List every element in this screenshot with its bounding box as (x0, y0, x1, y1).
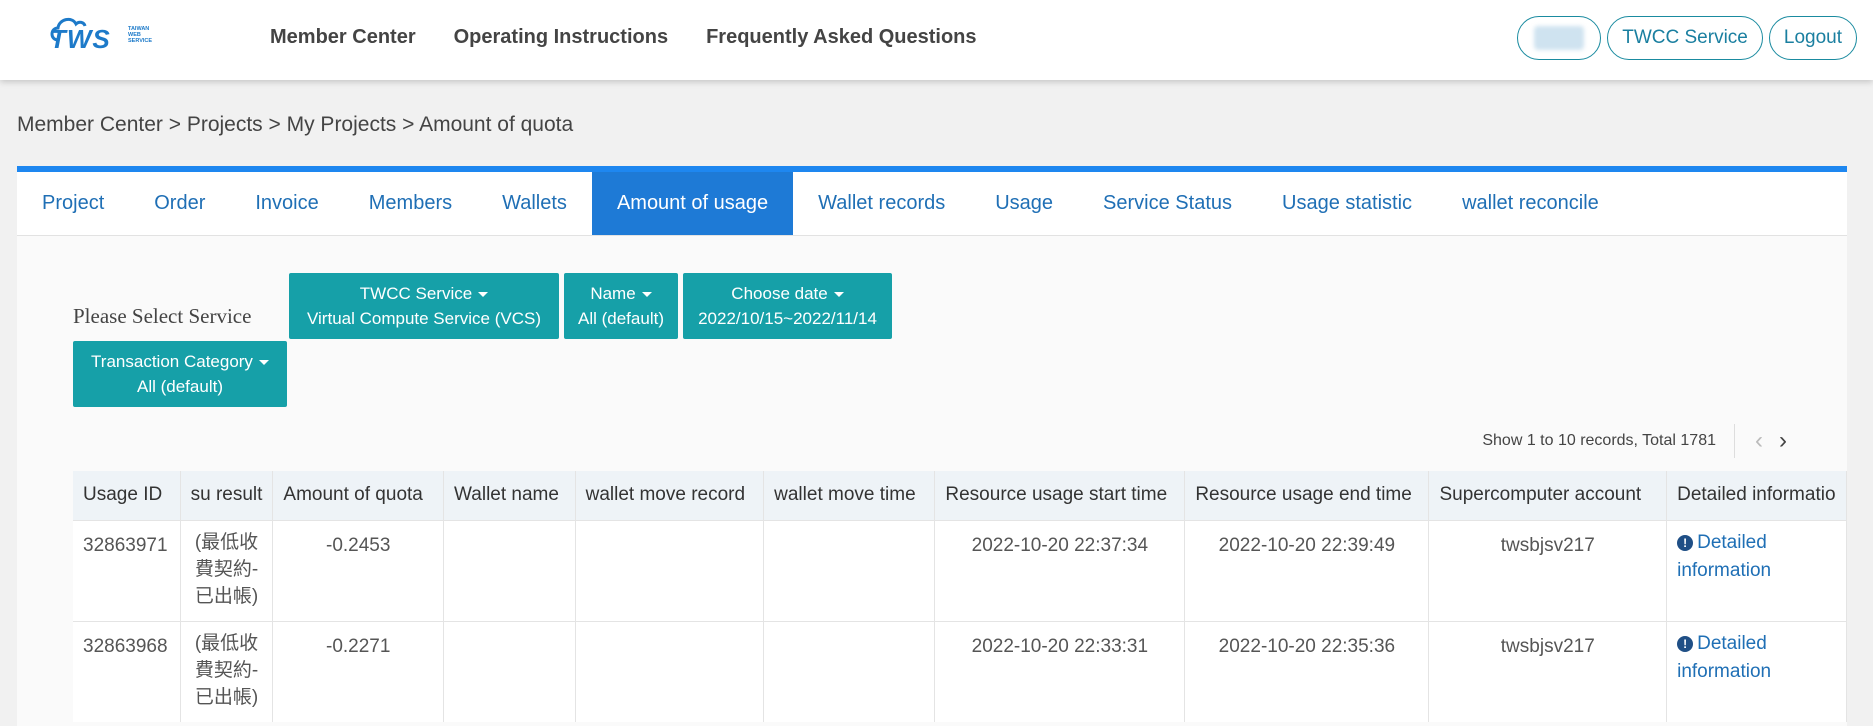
caret-down-icon (478, 292, 489, 298)
records-count: Show 1 to 10 records, Total 1781 (1482, 432, 1716, 449)
detailed-information-link[interactable]: ! Detailed information (1666, 519, 1847, 621)
tab-invoice[interactable]: Invoice (230, 172, 343, 235)
col-resource-start-time[interactable]: Resource usage start time (934, 471, 1186, 520)
divider (1734, 424, 1735, 458)
usage-table: Usage ID su result Amount of quota Walle… (73, 471, 1847, 722)
cell-account: twsbjsv217 (1428, 519, 1668, 621)
col-resource-end-time[interactable]: Resource usage end time (1184, 471, 1430, 520)
breadcrumb: Member Center > Projects > My Projects >… (17, 113, 574, 136)
caret-down-icon (833, 292, 844, 298)
date-dropdown[interactable]: Choose date 2022/10/15~2022/11/14 (683, 273, 892, 339)
col-wallet-move-time[interactable]: wallet move time (763, 471, 936, 520)
logo-text: TWS (50, 24, 111, 54)
chevron-right-icon[interactable]: › (1779, 429, 1787, 453)
cell-wallet-name (443, 620, 576, 722)
cell-wallet-move-record (575, 620, 765, 722)
tab-project[interactable]: Project (17, 172, 129, 235)
cell-end-time: 2022-10-20 22:39:49 (1184, 519, 1430, 621)
tab-service-status[interactable]: Service Status (1078, 172, 1257, 235)
content-panel: Project Order Invoice Members Wallets Am… (17, 166, 1847, 726)
twcc-service-button[interactable]: TWCC Service (1607, 16, 1763, 60)
nav-member-center[interactable]: Member Center (270, 26, 416, 49)
col-amount-of-quota[interactable]: Amount of quota (272, 471, 445, 520)
cell-usage-id: 32863968 (73, 620, 181, 722)
tab-amount-of-usage[interactable]: Amount of usage (591, 172, 794, 235)
header-buttons: TWCC Service Logout (1517, 16, 1857, 60)
logo-subtext: TAIWAN WEB SERVICE (128, 26, 153, 44)
cell-end-time: 2022-10-20 22:35:36 (1184, 620, 1430, 722)
col-wallet-name[interactable]: Wallet name (443, 471, 576, 520)
cell-wallet-move-record (575, 519, 765, 621)
exclamation-circle-icon: ! (1677, 534, 1694, 551)
pagination-bar: Show 1 to 10 records, Total 1781 ‹ › (1482, 424, 1787, 458)
col-supercomputer-account[interactable]: Supercomputer account (1428, 471, 1668, 520)
tab-members[interactable]: Members (344, 172, 477, 235)
tab-bar: Project Order Invoice Members Wallets Am… (17, 172, 1847, 236)
tab-wallets[interactable]: Wallets (477, 172, 592, 235)
cell-account: twsbjsv217 (1428, 620, 1668, 722)
col-usage-id[interactable]: Usage ID (73, 471, 181, 520)
cell-start-time: 2022-10-20 22:37:34 (934, 519, 1186, 621)
tab-wallet-records[interactable]: Wallet records (793, 172, 970, 235)
cell-su-result: (最低收 費契約- 已出帳) (180, 620, 274, 722)
cell-amount: -0.2453 (272, 519, 445, 621)
col-wallet-move-record[interactable]: wallet move record (575, 471, 765, 520)
cell-start-time: 2022-10-20 22:33:31 (934, 620, 1186, 722)
caret-down-icon (258, 360, 269, 366)
cell-usage-id: 32863971 (73, 519, 181, 621)
nav-faq[interactable]: Frequently Asked Questions (706, 26, 976, 49)
table-header-row: Usage ID su result Amount of quota Walle… (73, 471, 1847, 520)
blurred-username (1534, 26, 1585, 50)
nav-operating-instructions[interactable]: Operating Instructions (454, 26, 668, 49)
tab-usage-statistic[interactable]: Usage statistic (1257, 172, 1437, 235)
service-dropdown[interactable]: TWCC Service Virtual Compute Service (VC… (289, 273, 559, 339)
tab-wallet-reconcile[interactable]: wallet reconcile (1437, 172, 1624, 235)
transaction-category-dropdown[interactable]: Transaction Category All (default) (73, 341, 287, 407)
user-account-button[interactable] (1517, 16, 1602, 60)
detailed-information-link[interactable]: ! Detailed information (1666, 620, 1847, 722)
cell-wallet-move-time (763, 620, 936, 722)
exclamation-circle-icon: ! (1677, 635, 1694, 652)
chevron-left-icon[interactable]: ‹ (1755, 429, 1763, 453)
cell-amount: -0.2271 (272, 620, 445, 722)
col-detailed-information[interactable]: Detailed informatio (1666, 471, 1847, 520)
filter-label: Please Select Service (73, 304, 252, 328)
table-row: 32863971 (最低收 費契約- 已出帳) -0.2453 2022-10-20… (73, 519, 1847, 621)
tab-order[interactable]: Order (129, 172, 230, 235)
col-su-result[interactable]: su result (180, 471, 274, 520)
name-dropdown[interactable]: Name All (default) (564, 273, 678, 339)
top-navbar: TWS TAIWAN WEB SERVICE Member Center Ope… (0, 0, 1873, 80)
cell-su-result: (最低收 費契約- 已出帳) (180, 519, 274, 621)
tab-usage[interactable]: Usage (970, 172, 1078, 235)
table-row: 32863968 (最低收 費契約- 已出帳) -0.2271 2022-10-20… (73, 620, 1847, 722)
caret-down-icon (641, 292, 652, 298)
cell-wallet-move-time (763, 519, 936, 621)
tws-logo[interactable]: TWS TAIWAN WEB SERVICE (48, 12, 168, 54)
main-nav: Member Center Operating Instructions Fre… (270, 26, 977, 49)
logout-button[interactable]: Logout (1768, 16, 1857, 60)
cell-wallet-name (443, 519, 576, 621)
